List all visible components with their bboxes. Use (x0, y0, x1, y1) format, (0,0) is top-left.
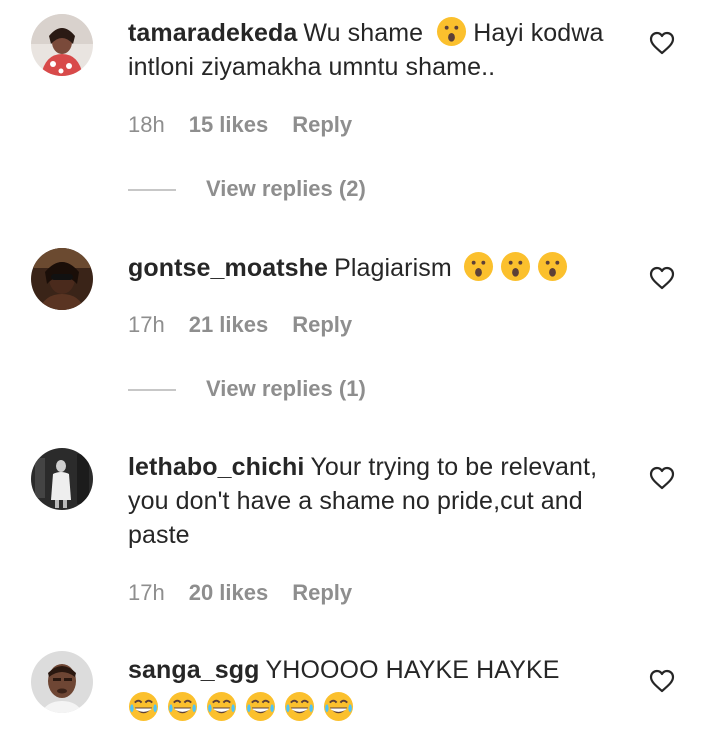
view-replies-button[interactable]: View replies (2) (128, 176, 366, 202)
heart-outline-icon[interactable] (649, 266, 675, 290)
comment-likes[interactable]: 20 likes (189, 580, 269, 605)
replies-divider (128, 189, 176, 191)
comment-username[interactable]: lethabo_chichi (128, 453, 304, 481)
comment-username[interactable]: gontse_moatshe (128, 254, 328, 282)
comment-text: tamaradekeda Wu shame Hayi kodwa intloni … (128, 16, 628, 84)
comment-likes[interactable]: 21 likes (189, 312, 269, 337)
tears-of-joy-emoji-icon (128, 691, 159, 722)
comment-time: 17h (128, 580, 165, 605)
comment-time: 18h (128, 112, 165, 137)
replies-divider (128, 389, 176, 391)
tears-of-joy-emoji-icon (206, 691, 237, 722)
tears-of-joy-emoji-icon (323, 691, 354, 722)
tears-of-joy-emoji-icon (245, 691, 276, 722)
reply-button[interactable]: Reply (292, 580, 352, 605)
comment-meta: 18h 15 likes Reply (128, 112, 376, 138)
tears-of-joy-emoji-icon (167, 691, 198, 722)
reply-button[interactable]: Reply (292, 112, 352, 137)
avatar[interactable] (31, 14, 93, 76)
comment-text: sanga_sgg YHOOOO HAYKE HAYKE (128, 653, 628, 725)
comment-text: gontse_moatshe Plagiarism (128, 251, 628, 285)
heart-outline-icon[interactable] (649, 31, 675, 55)
reply-button[interactable]: Reply (292, 312, 352, 337)
view-replies-label: View replies (1) (206, 376, 366, 401)
avatar[interactable] (31, 448, 93, 510)
comment-username[interactable]: sanga_sgg (128, 656, 260, 684)
comment-likes[interactable]: 15 likes (189, 112, 269, 137)
tears-of-joy-emoji-icon (284, 691, 315, 722)
view-replies-button[interactable]: View replies (1) (128, 376, 366, 402)
comment-message: YHOOOO HAYKE HAYKE (265, 656, 560, 684)
avatar[interactable] (31, 651, 93, 713)
comment-meta: 17h 20 likes Reply (128, 580, 376, 606)
comment-message: Plagiarism (334, 254, 452, 282)
avatar[interactable] (31, 248, 93, 310)
comment-message: Wu shame (303, 19, 424, 47)
comment-username[interactable]: tamaradekeda (128, 19, 297, 47)
surprised-emoji-icon (537, 251, 568, 282)
surprised-emoji-icon (436, 16, 467, 47)
surprised-emoji-icon (500, 251, 531, 282)
heart-outline-icon[interactable] (649, 466, 675, 490)
comment-time: 17h (128, 312, 165, 337)
surprised-emoji-icon (463, 251, 494, 282)
view-replies-label: View replies (2) (206, 176, 366, 201)
comment-text: lethabo_chichi Your trying to be relevant… (128, 450, 628, 552)
comment-meta: 17h 21 likes Reply (128, 312, 376, 338)
heart-outline-icon[interactable] (649, 669, 675, 693)
